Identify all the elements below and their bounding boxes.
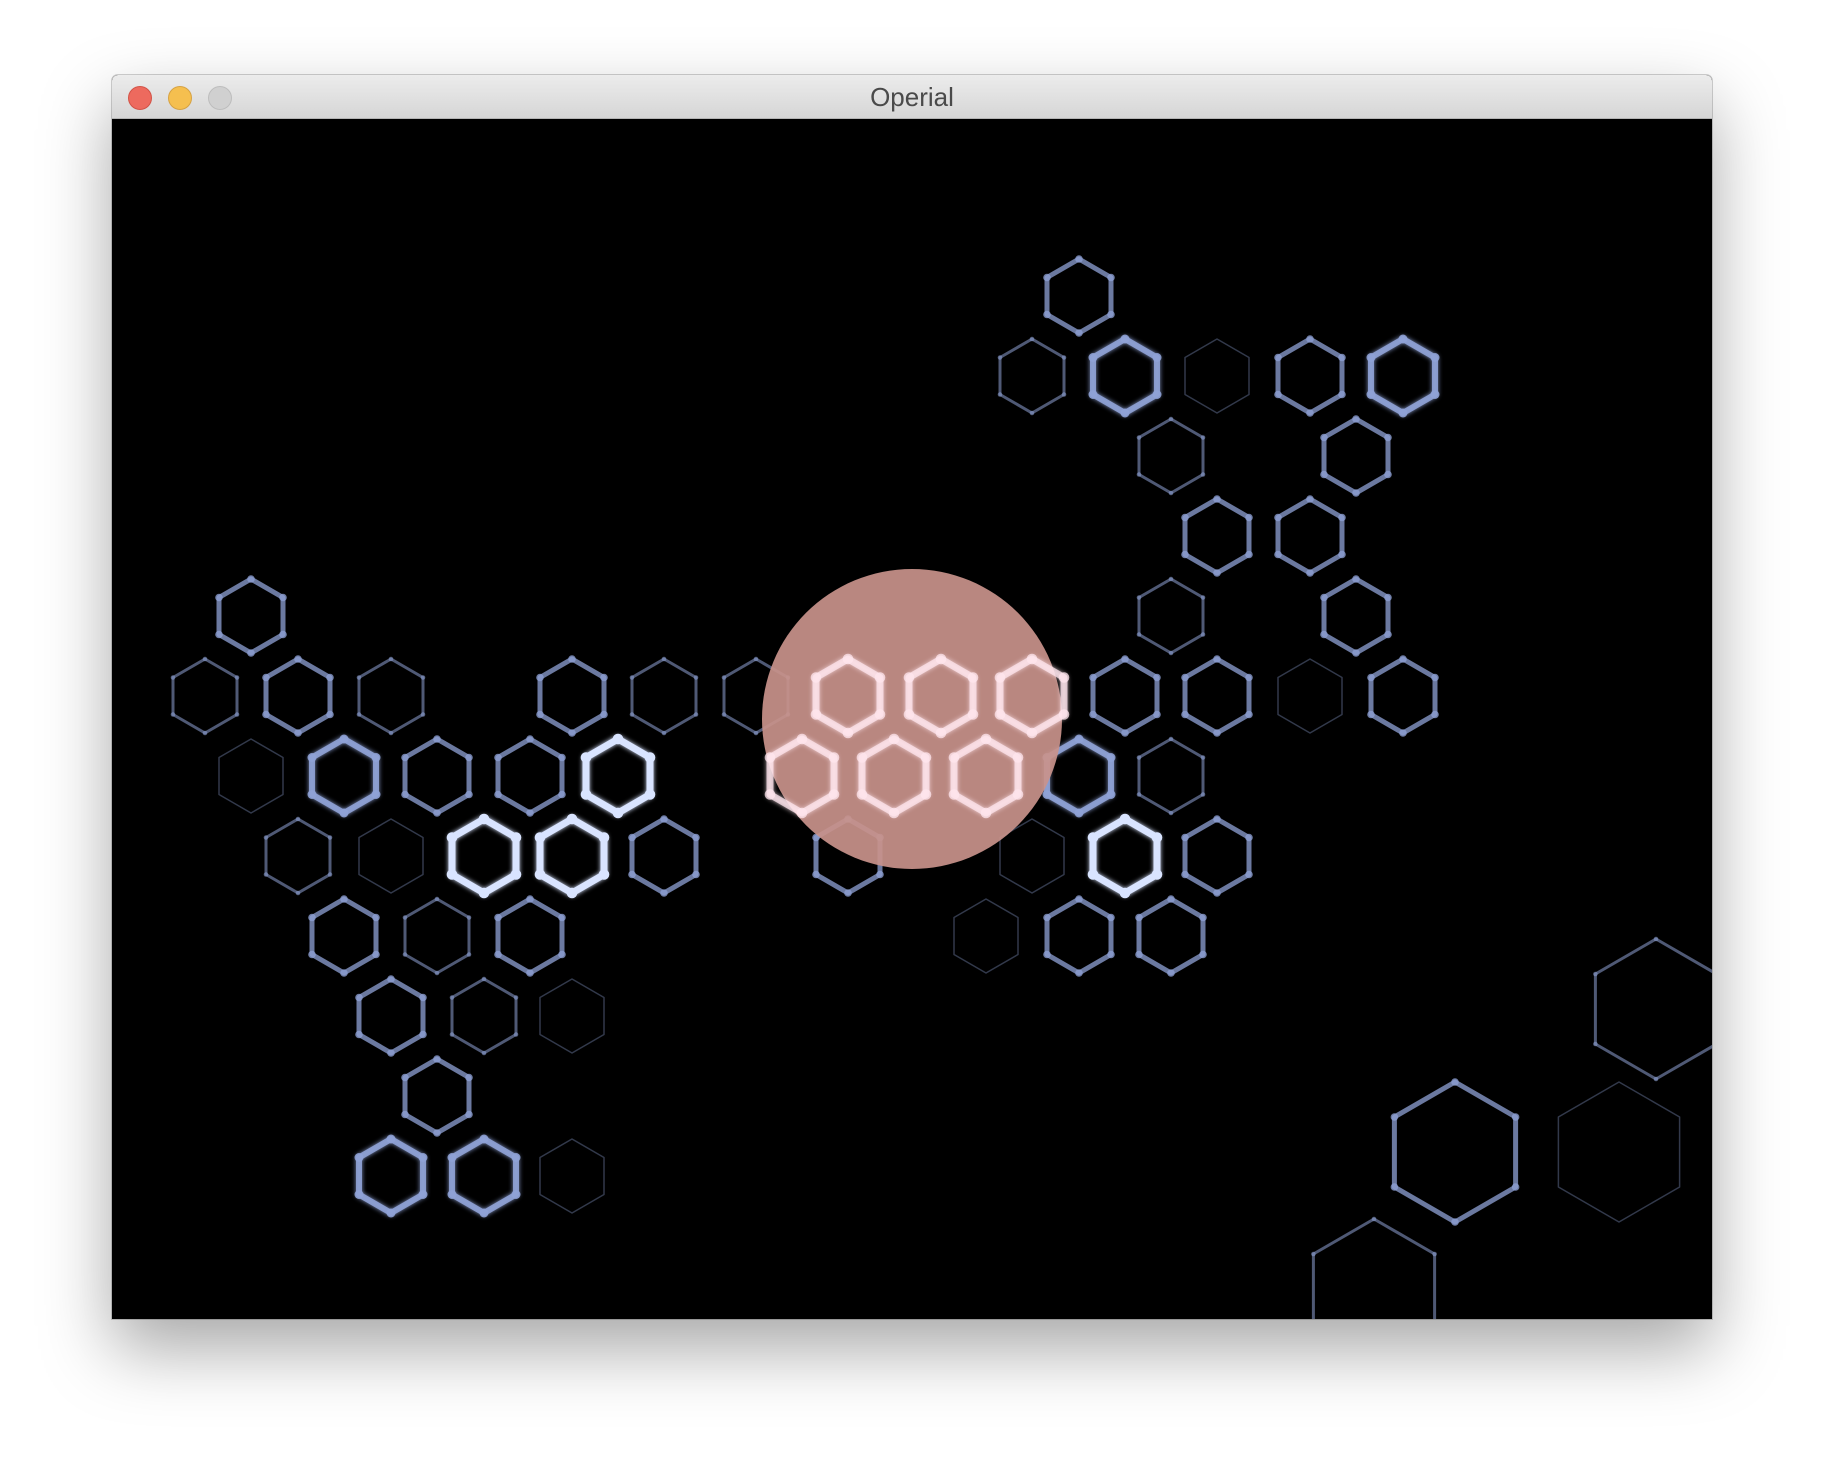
hex-cell — [580, 733, 656, 819]
hex-cell — [997, 336, 1067, 416]
hex-cell — [1557, 1081, 1681, 1223]
hex-cell — [1136, 736, 1206, 816]
hex-cell — [1136, 576, 1206, 656]
hex-cell — [1135, 895, 1207, 977]
hex-cell — [1277, 658, 1343, 734]
hex-cell — [1136, 416, 1206, 496]
title-bar[interactable]: Operial — [112, 75, 1712, 119]
hex-cell — [539, 978, 605, 1054]
hex-cell — [262, 655, 334, 737]
hex-cell — [494, 895, 566, 977]
hex-cell — [628, 815, 700, 897]
hex-cell — [263, 816, 333, 896]
hex-cell — [307, 734, 381, 818]
hex-cell — [1184, 338, 1250, 414]
hex-cell — [1320, 415, 1392, 497]
hex-cell — [1043, 895, 1115, 977]
hex-cell — [1274, 335, 1346, 417]
hex-cell — [1088, 334, 1162, 418]
app-window: Operial — [112, 75, 1712, 1319]
hex-cell — [1181, 495, 1253, 577]
hex-cell — [534, 813, 610, 899]
hex-cell — [354, 1134, 428, 1218]
hex-cell — [358, 818, 424, 894]
hex-cell — [536, 655, 608, 737]
hex-cell — [1366, 334, 1440, 418]
hex-cell — [1367, 655, 1439, 737]
hex-cell — [170, 656, 240, 736]
hex-cell — [494, 735, 566, 817]
window-title: Operial — [870, 82, 954, 112]
hex-cell — [356, 656, 426, 736]
game-canvas[interactable] — [112, 119, 1712, 1319]
hex-cell — [446, 813, 522, 899]
hex-cell — [629, 656, 699, 736]
hex-cell — [1181, 655, 1253, 737]
hex-cell — [1087, 813, 1163, 899]
hex-cell — [355, 975, 427, 1057]
hex-cell — [1089, 655, 1161, 737]
hex-cell — [401, 735, 473, 817]
hex-cell — [449, 976, 519, 1056]
game-scene[interactable] — [112, 119, 1712, 1319]
hex-cell — [308, 895, 380, 977]
hex-cell — [539, 1138, 605, 1214]
hex-cell — [401, 1055, 473, 1137]
hex-cell — [1043, 255, 1115, 337]
hex-cell — [1274, 495, 1346, 577]
hex-cell — [953, 898, 1019, 974]
hex-cell — [1320, 575, 1392, 657]
hex-cell — [215, 575, 287, 657]
hex-cell — [1593, 936, 1712, 1082]
hex-cell — [1311, 1216, 1437, 1319]
hex-cell — [218, 738, 284, 814]
hex-cell — [1181, 815, 1253, 897]
hex-cell — [1390, 1078, 1520, 1226]
hex-cell — [402, 896, 472, 976]
hex-cell — [447, 1134, 521, 1218]
